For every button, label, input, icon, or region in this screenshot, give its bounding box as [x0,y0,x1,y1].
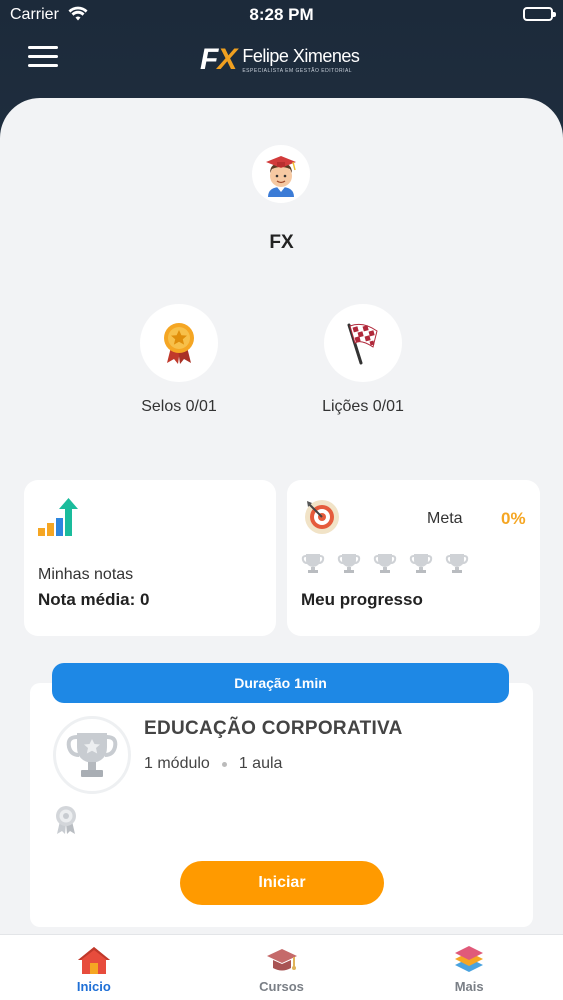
trophy-icon [301,552,325,579]
main-content: FX Selos 0/01 Lições 0/01 Minhas notas N… [0,98,563,1000]
tab-mais[interactable]: Mais [375,935,563,1000]
status-bar: Carrier 8:28 PM [0,0,563,30]
brand-logo: FX Felipe Ximenes ESPECIALISTA EM GESTÃO… [200,42,360,78]
course-title: EDUCAÇÃO CORPORATIVA [144,718,403,739]
trophy-icon [409,552,433,579]
certificate-medal-icon [54,805,78,840]
notes-card[interactable]: Minhas notas Nota média: 0 [24,480,276,636]
lessons-stat[interactable]: Lições 0/01 [288,304,438,416]
tab-label: Cursos [259,979,304,994]
trophy-icon [445,552,469,579]
trophy-icon [66,733,118,777]
notes-title: Minhas notas [38,566,134,583]
clock: 8:28 PM [249,5,314,24]
progress-title: Meu progresso [301,590,423,609]
trophy-row [301,552,469,579]
goal-value: 0% [501,509,526,528]
tab-label: Mais [454,979,484,994]
layers-icon [455,946,484,972]
student-avatar-icon [266,156,296,197]
profile-name: FX [269,232,294,253]
graduation-cap-icon [266,949,297,971]
duration-banner: Duração 1min [52,663,509,703]
app-header: FX Felipe Ximenes ESPECIALISTA EM GESTÃO… [0,32,563,92]
progress-card[interactable]: Meta 0% Meu progresso [287,480,540,636]
lesson-count: 1 aula [238,755,283,772]
average-grade: Nota média: 0 [38,590,150,609]
tab-inicio[interactable]: Inicio [0,935,188,1000]
tab-label: Inicio [76,979,111,994]
trophy-icon [337,552,361,579]
menu-icon [28,46,58,49]
goal-label: Meta [427,510,463,527]
course-card[interactable]: EDUCAÇÃO CORPORATIVA 1 módulo 1 aula Ini… [30,683,533,927]
home-icon [77,947,110,974]
battery-icon [523,7,556,21]
trophy-icon [373,552,397,579]
tab-cursos[interactable]: Cursos [188,935,376,1000]
target-icon [303,498,341,541]
medal-icon [164,323,194,364]
growth-chart-icon [38,498,82,543]
checkered-flag-icon [347,323,378,365]
avatar[interactable] [252,145,310,203]
start-course-button[interactable]: Iniciar [180,861,384,905]
logo-tagline: ESPECIALISTA EM GESTÃO EDITORIAL [242,68,353,74]
seals-label: Selos 0/01 [141,398,217,415]
separator-dot [221,761,227,767]
course-badge [53,716,131,794]
module-count: 1 módulo [144,755,210,772]
menu-button[interactable] [28,46,58,68]
logo-name: Felipe Ximenes [242,46,360,66]
course-info: 1 módulo 1 aula [144,755,282,773]
bottom-tab-bar: Inicio Cursos Mais [0,934,563,1000]
lessons-label: Lições 0/01 [322,398,404,415]
seals-stat[interactable]: Selos 0/01 [104,304,254,416]
logo-mark: FX [200,43,237,76]
